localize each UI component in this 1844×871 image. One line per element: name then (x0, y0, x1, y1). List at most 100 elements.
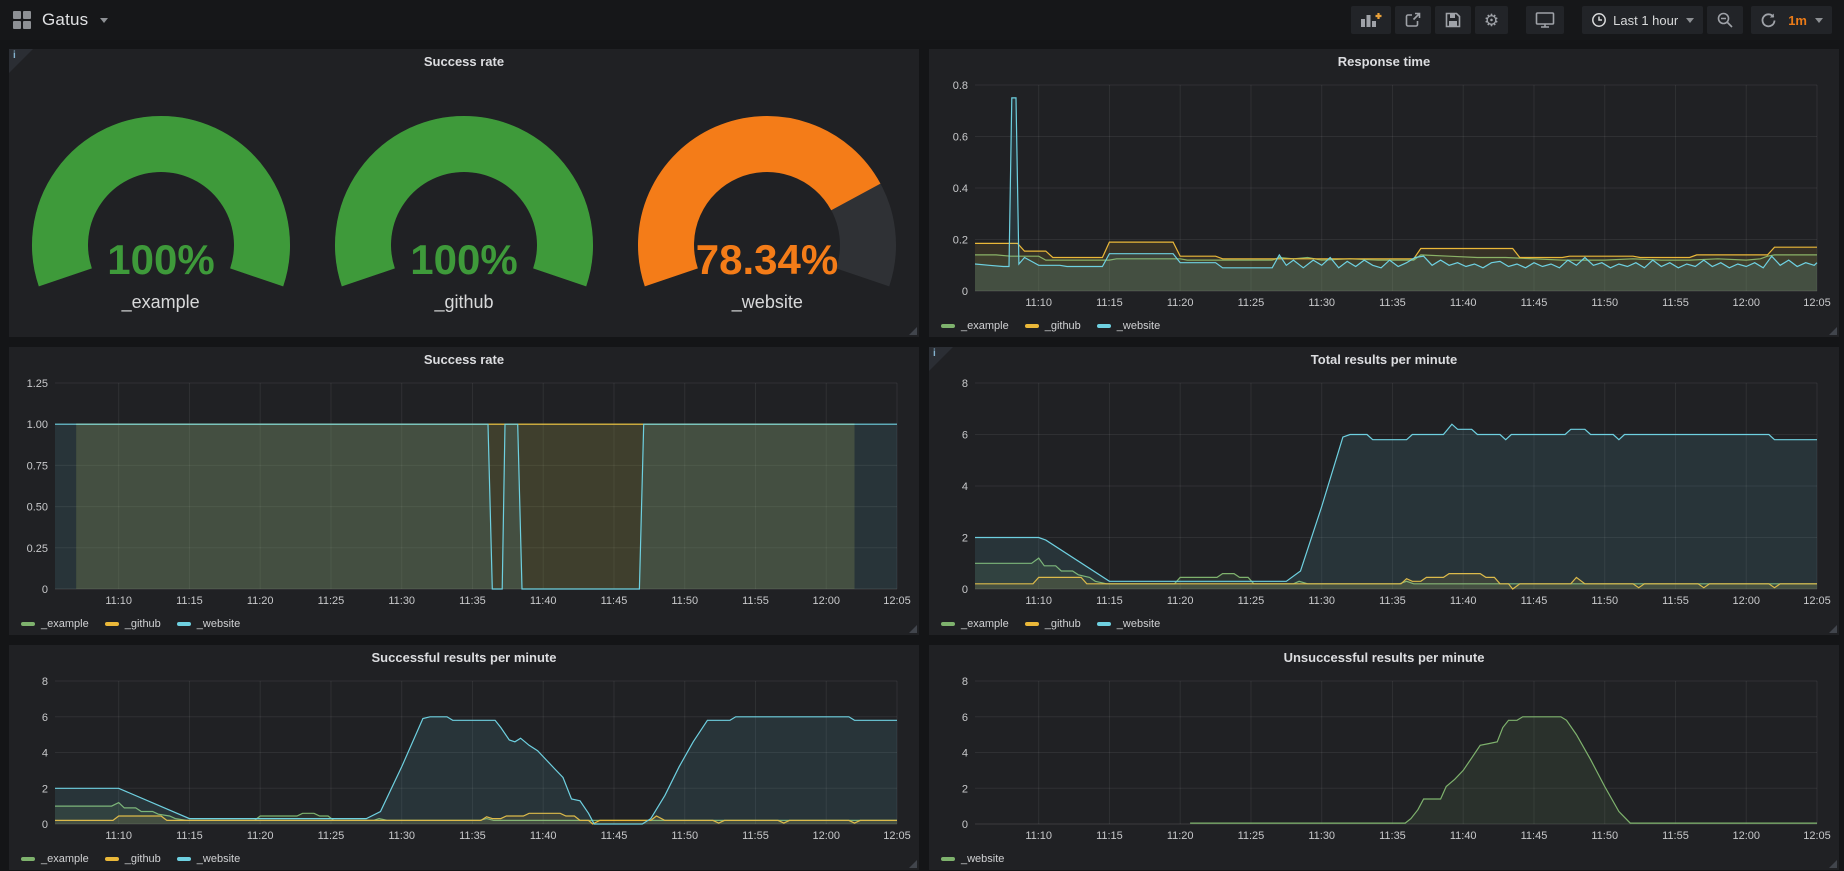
svg-text:11:25: 11:25 (318, 595, 345, 607)
svg-text:8: 8 (962, 378, 968, 390)
svg-text:11:15: 11:15 (176, 595, 203, 607)
successful-results-chart[interactable]: 11:1011:1511:2011:2511:3011:3511:4011:45… (17, 671, 911, 844)
refresh-button[interactable] (1751, 6, 1786, 34)
svg-text:0: 0 (962, 286, 968, 298)
panel-title[interactable]: Success rate (9, 49, 919, 75)
panel-resize-handle[interactable] (1829, 860, 1837, 868)
svg-text:11:15: 11:15 (176, 830, 203, 842)
chart-legend: _example _github _website (21, 853, 240, 865)
gauge-row: 100%_example100%_github78.34%_website (9, 75, 919, 337)
panel-title[interactable]: Total results per minute (929, 347, 1839, 373)
panel-resize-handle[interactable] (1829, 625, 1837, 633)
unsuccessful-results-chart[interactable]: 11:1011:1511:2011:2511:3011:3511:4011:45… (937, 671, 1831, 844)
legend-item-_github[interactable]: _github (105, 853, 161, 865)
chart-legend: _example _github _website (941, 618, 1160, 630)
legend-item-_website[interactable]: _website (177, 853, 240, 865)
clock-icon (1591, 12, 1607, 28)
svg-text:12:00: 12:00 (1732, 830, 1760, 842)
svg-text:11:10: 11:10 (1025, 830, 1052, 842)
share-button[interactable] (1395, 6, 1431, 34)
svg-text:11:50: 11:50 (671, 595, 698, 607)
svg-text:0.8: 0.8 (953, 80, 968, 92)
legend-item-_example[interactable]: _example (941, 618, 1009, 630)
svg-text:100%: 100% (107, 236, 214, 283)
settings-button[interactable]: ⚙ (1475, 6, 1508, 34)
svg-text:12:05: 12:05 (883, 830, 911, 842)
legend-item-_github[interactable]: _github (1025, 618, 1081, 630)
svg-text:4: 4 (962, 481, 968, 493)
svg-text:11:50: 11:50 (1591, 297, 1618, 309)
panel-resize-handle[interactable] (909, 625, 917, 633)
success-rate-chart[interactable]: 11:1011:1511:2011:2511:3011:3511:4011:45… (17, 373, 911, 609)
legend-item-_example[interactable]: _example (21, 853, 89, 865)
svg-text:11:30: 11:30 (388, 595, 415, 607)
svg-text:11:50: 11:50 (1591, 595, 1618, 607)
save-icon (1444, 11, 1462, 29)
legend-color-dash (941, 857, 955, 861)
svg-text:0.4: 0.4 (953, 183, 968, 195)
panel-info-icon[interactable]: i (9, 49, 33, 73)
panel-title[interactable]: Success rate (9, 347, 919, 373)
panel-title[interactable]: Response time (929, 49, 1839, 75)
panel-resize-handle[interactable] (909, 860, 917, 868)
add-panel-button[interactable] (1351, 6, 1391, 34)
svg-text:6: 6 (962, 712, 968, 724)
zoom-out-icon (1716, 11, 1734, 29)
panel-total-results: i Total results per minute 11:1011:1511:… (928, 346, 1840, 636)
refresh-button-group: 1m (1751, 6, 1832, 34)
chevron-down-icon[interactable] (100, 18, 108, 23)
chevron-down-icon (1686, 18, 1694, 23)
svg-text:0: 0 (962, 584, 968, 596)
svg-text:11:30: 11:30 (1308, 595, 1335, 607)
save-button[interactable] (1435, 6, 1471, 34)
panel-title[interactable]: Unsuccessful results per minute (929, 645, 1839, 671)
gauge-label: _github (434, 292, 493, 313)
svg-text:0.2: 0.2 (953, 235, 968, 247)
response-time-chart[interactable]: 11:1011:1511:2011:2511:3011:3511:4011:45… (937, 75, 1831, 311)
svg-text:1.00: 1.00 (27, 419, 48, 431)
time-range-picker[interactable]: Last 1 hour (1582, 6, 1703, 34)
panel-resize-handle[interactable] (909, 327, 917, 335)
svg-text:11:45: 11:45 (601, 595, 628, 607)
panel-resize-handle[interactable] (1829, 327, 1837, 335)
legend-item-_github[interactable]: _github (105, 618, 161, 630)
info-icon-glyph: i (13, 50, 16, 61)
svg-text:8: 8 (42, 676, 48, 688)
svg-text:11:40: 11:40 (530, 830, 557, 842)
legend-color-dash (21, 622, 35, 626)
svg-text:11:20: 11:20 (1167, 595, 1194, 607)
panel-title[interactable]: Successful results per minute (9, 645, 919, 671)
legend-item-_example[interactable]: _example (21, 618, 89, 630)
refresh-icon (1760, 12, 1777, 29)
svg-text:11:20: 11:20 (1167, 830, 1194, 842)
svg-text:78.34%: 78.34% (696, 236, 838, 283)
legend-color-dash (1025, 324, 1039, 328)
svg-text:11:35: 11:35 (459, 830, 486, 842)
cycle-view-mode-button[interactable] (1526, 6, 1564, 34)
legend-item-_website[interactable]: _website (177, 618, 240, 630)
grafana-dashboard-icon[interactable] (12, 10, 32, 30)
svg-text:11:30: 11:30 (388, 830, 415, 842)
refresh-interval-picker[interactable]: 1m (1786, 6, 1832, 34)
panel-success-rate-gauges: i Success rate 100%_example100%_github78… (8, 48, 920, 338)
legend-item-_github[interactable]: _github (1025, 320, 1081, 332)
zoom-out-button[interactable] (1707, 6, 1743, 34)
svg-text:12:05: 12:05 (1803, 297, 1831, 309)
svg-text:100%: 100% (410, 236, 517, 283)
svg-text:11:55: 11:55 (742, 830, 769, 842)
panel-info-icon[interactable]: i (929, 347, 953, 371)
dashboard-title[interactable]: Gatus (42, 10, 88, 30)
svg-text:11:10: 11:10 (105, 595, 132, 607)
gauge-_github: 100% _github (312, 75, 615, 337)
chevron-down-icon (1815, 18, 1823, 23)
svg-text:11:30: 11:30 (1308, 830, 1335, 842)
legend-color-dash (1097, 622, 1111, 626)
legend-item-_website[interactable]: _website (941, 853, 1004, 865)
svg-text:11:40: 11:40 (530, 595, 557, 607)
legend-item-_website[interactable]: _website (1097, 618, 1160, 630)
svg-text:0.75: 0.75 (27, 460, 48, 472)
total-results-chart[interactable]: 11:1011:1511:2011:2511:3011:3511:4011:45… (937, 373, 1831, 609)
legend-item-_example[interactable]: _example (941, 320, 1009, 332)
legend-item-_website[interactable]: _website (1097, 320, 1160, 332)
svg-text:4: 4 (962, 748, 968, 760)
